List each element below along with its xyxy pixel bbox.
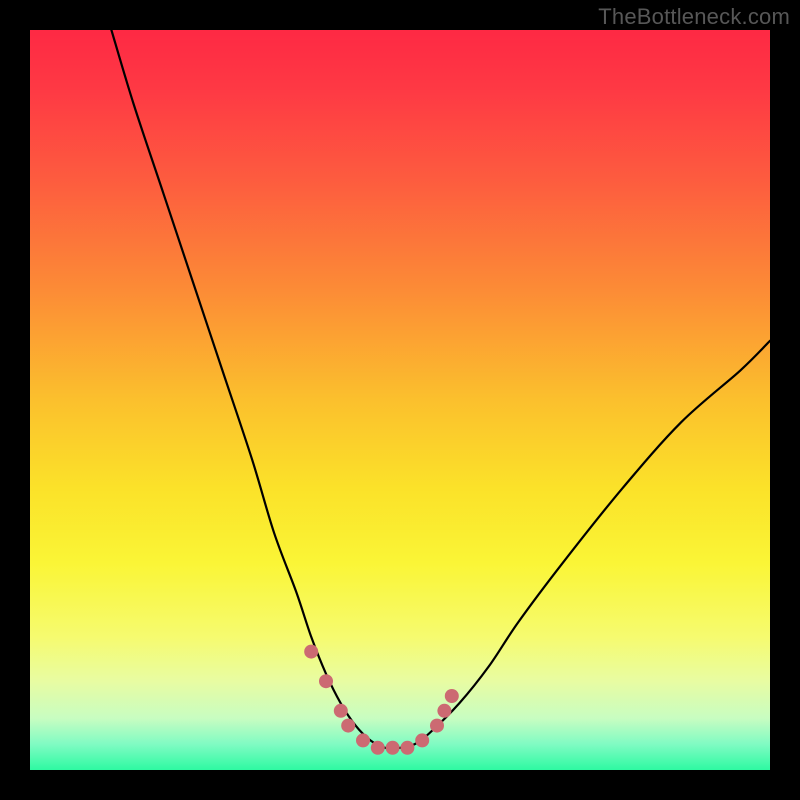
- highlight-marker: [386, 741, 400, 755]
- highlight-marker: [334, 704, 348, 718]
- highlight-marker: [341, 719, 355, 733]
- gradient-background: [30, 30, 770, 770]
- bottleneck-chart: [30, 30, 770, 770]
- highlight-marker: [400, 741, 414, 755]
- highlight-marker: [304, 645, 318, 659]
- highlight-marker: [319, 674, 333, 688]
- highlight-marker: [356, 733, 370, 747]
- highlight-marker: [415, 733, 429, 747]
- watermark-text: TheBottleneck.com: [598, 4, 790, 30]
- highlight-marker: [430, 719, 444, 733]
- outer-frame: TheBottleneck.com: [0, 0, 800, 800]
- highlight-marker: [437, 704, 451, 718]
- highlight-marker: [371, 741, 385, 755]
- highlight-marker: [445, 689, 459, 703]
